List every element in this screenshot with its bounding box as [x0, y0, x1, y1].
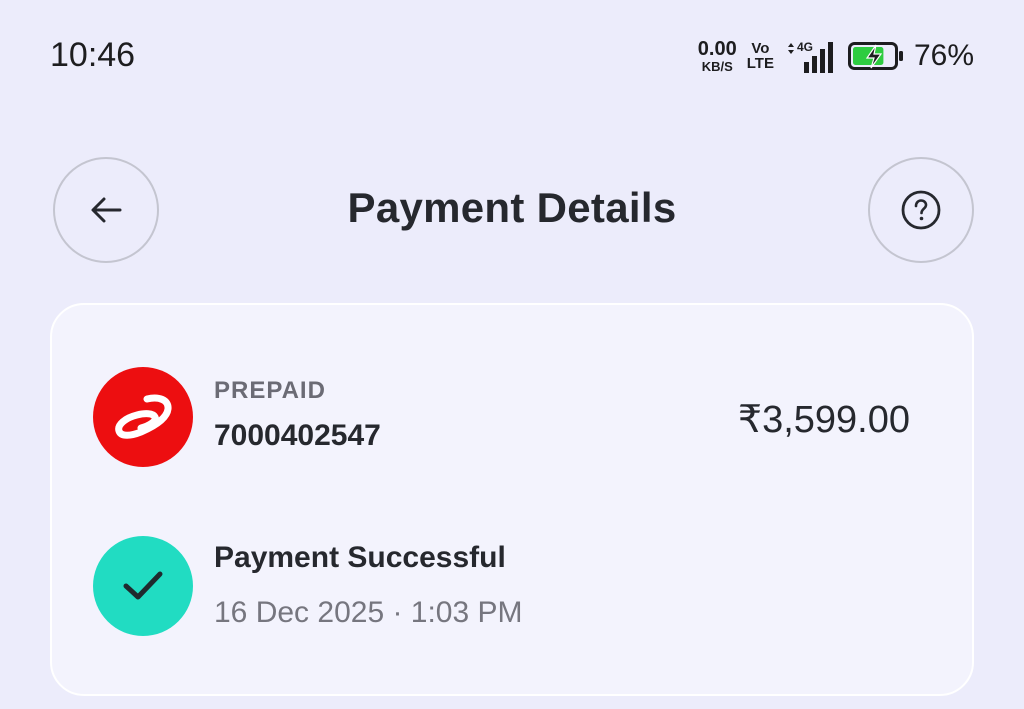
volte-top: Vo — [751, 40, 770, 57]
volte-bottom: LTE — [746, 55, 774, 72]
signal-icon: 4G — [787, 40, 833, 73]
operator-logo — [93, 367, 193, 467]
payment-details-screen: 10:46 0.00 KB/S Vo LTE 4G 76% Payment De… — [0, 0, 1024, 709]
payment-status: Payment Successful — [214, 541, 506, 574]
network-speed: 0.00 KB/S — [698, 39, 737, 73]
status-time: 10:46 — [50, 36, 136, 74]
airtel-logo-icon — [115, 394, 172, 439]
battery-percent: 76% — [913, 39, 974, 72]
plan-label: PREPAID — [214, 377, 326, 404]
status-icons: 0.00 KB/S Vo LTE 4G 76% — [698, 36, 974, 76]
checkmark-icon — [123, 571, 163, 600]
network-speed-value: 0.00 — [697, 38, 737, 60]
question-circle-icon — [901, 190, 941, 230]
payment-amount: ₹3,599.00 — [737, 399, 910, 441]
network-type-label: 4G — [797, 40, 813, 54]
payment-date-time: 16 Dec 2025 · 1:03 PM — [214, 596, 523, 629]
battery-charging-icon — [847, 42, 903, 70]
help-button[interactable] — [868, 157, 974, 263]
payment-card: PREPAID 7000402547 ₹3,599.00 Payment Suc… — [50, 303, 974, 696]
success-status-badge — [93, 536, 193, 636]
network-speed-unit: KB/S — [701, 59, 733, 74]
phone-number: 7000402547 — [214, 419, 381, 452]
volte-indicator: Vo LTE — [747, 41, 774, 71]
